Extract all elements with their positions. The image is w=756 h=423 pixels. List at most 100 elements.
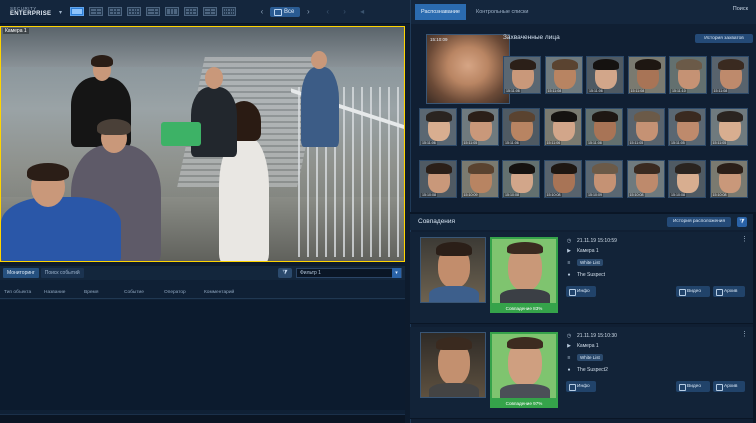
person-icon: ●	[567, 367, 571, 373]
more-options-icon[interactable]: ⋮	[741, 235, 748, 243]
captured-face-thumbnail[interactable]: 15:11:10	[669, 56, 707, 94]
events-table-header: Тип объекта Название Время Событие Опера…	[0, 286, 405, 299]
search-button[interactable]: Поиск	[733, 6, 748, 12]
column-header[interactable]: Время	[84, 290, 98, 295]
more-options-icon[interactable]: ⋮	[741, 330, 748, 338]
capture-time: 15:11:06	[421, 141, 437, 145]
filter-icon[interactable]: ⧩	[737, 217, 747, 227]
top-toolbar: SECURITY ENTERPRISE ▾ ‹ Все › ‹ › ◂	[0, 0, 410, 24]
latest-captured-face[interactable]: 15:10:09	[426, 34, 510, 104]
watchlist-badge: White List	[577, 259, 603, 266]
person-figure	[161, 122, 201, 146]
captured-face-thumbnail[interactable]: 15:11:05	[460, 108, 499, 146]
clock-icon: ◷	[566, 333, 572, 339]
match-score: Совпадение 97%	[490, 400, 558, 408]
captured-face-image[interactable]	[420, 237, 486, 303]
captured-face-thumbnail[interactable]: 15:11:05	[626, 108, 665, 146]
column-header[interactable]: Комментарий	[204, 290, 234, 295]
captured-face-thumbnail[interactable]: 15:11:06	[503, 56, 541, 94]
next-arrow-icon[interactable]: ›	[304, 7, 312, 16]
tab-event-search[interactable]: Поиск событий	[40, 268, 84, 278]
camera-view[interactable]: Камера 1	[0, 26, 405, 262]
filter-select[interactable]: Фильтр 1 ▾	[296, 268, 402, 278]
capture-time: 15:10:08	[670, 193, 686, 197]
capture-time: 15:10:08	[545, 193, 562, 197]
capture-time: 15:11:06	[588, 89, 604, 93]
watchlist-badge: White List	[577, 354, 603, 361]
filter-select-value: Фильтр 1	[300, 270, 321, 276]
archive-button[interactable]: Архив	[713, 286, 745, 297]
layout-3x3-icon[interactable]	[108, 7, 122, 16]
list-icon: ≡	[567, 354, 571, 361]
captured-face-thumbnail[interactable]: 15:11:06	[419, 108, 457, 146]
capture-time: 15:10:09	[587, 193, 603, 197]
captured-face-thumbnail[interactable]: 15:11:06	[502, 108, 540, 146]
captured-face-thumbnail[interactable]: 15:10:08	[709, 160, 748, 198]
watchlist-face-image[interactable]	[490, 332, 558, 400]
captured-face-thumbnail[interactable]: 15:11:06	[543, 108, 582, 146]
capture-time: 15:11:05	[628, 141, 645, 145]
watchlist-face-image[interactable]	[490, 237, 558, 305]
capture-time: 15:11:06	[505, 89, 521, 93]
capture-time: 15:11:06	[545, 141, 562, 145]
captured-face-thumbnail[interactable]: 15:10:08	[668, 160, 706, 198]
info-button[interactable]: Инфо	[566, 381, 596, 392]
video-button[interactable]: Видео	[676, 286, 710, 297]
captured-face-thumbnail[interactable]: 15:10:08	[543, 160, 582, 198]
capture-history-button[interactable]: История захватов	[695, 34, 753, 43]
captured-face-thumbnail[interactable]: 15:11:05	[668, 108, 706, 146]
layout-5x5-icon[interactable]	[222, 7, 236, 16]
layout-2x2-icon[interactable]	[89, 7, 103, 16]
captured-face-thumbnail[interactable]: 15:11:06	[586, 56, 624, 94]
layout-1p7-icon[interactable]	[165, 7, 179, 16]
capture-time: 15:10:08	[504, 193, 520, 197]
tab-watchlists[interactable]: Контрольные списки	[470, 4, 535, 20]
column-header[interactable]: Событие	[124, 290, 144, 295]
match-person: The Suspect2	[577, 367, 608, 373]
capture-time: 15:11:08	[546, 89, 563, 93]
video-button[interactable]: Видео	[676, 381, 710, 392]
captured-face-thumbnail[interactable]: 15:10:08	[626, 160, 665, 198]
capture-time: 15:10:08	[421, 193, 437, 197]
captured-face-thumbnail[interactable]: 15:10:09	[460, 160, 499, 198]
all-cameras-button[interactable]: Все	[270, 6, 301, 17]
archive-button[interactable]: Архив	[713, 381, 745, 392]
layout-1p12-icon[interactable]	[184, 7, 198, 16]
tab-monitoring[interactable]: Мониторинг	[3, 268, 39, 278]
logo[interactable]: SECURITY ENTERPRISE ▾	[0, 0, 64, 24]
captured-face-thumbnail[interactable]: 15:10:08	[502, 160, 540, 198]
chevron-down-icon[interactable]: ▾	[392, 268, 401, 278]
capture-time: 15:11:08	[629, 89, 646, 93]
captured-face-thumbnail[interactable]: 15:10:08	[419, 160, 457, 198]
chevron-down-icon[interactable]: ▾	[59, 9, 62, 16]
captured-face-thumbnail[interactable]: 15:11:08	[710, 56, 749, 94]
prev-arrow-icon[interactable]: ‹	[258, 7, 266, 16]
disabled-controls-icon: ‹ › ◂	[326, 7, 371, 16]
captured-face-thumbnail[interactable]: 15:11:08	[544, 56, 583, 94]
column-header[interactable]: Название	[44, 290, 65, 295]
captured-face-thumbnail[interactable]: 15:11:08	[627, 56, 666, 94]
captured-face-thumbnail[interactable]: 15:11:08	[585, 108, 623, 146]
captured-face-thumbnail[interactable]: 15:10:09	[585, 160, 623, 198]
column-header[interactable]: Тип объекта	[4, 290, 31, 295]
capture-time: 15:10:08	[628, 193, 645, 197]
filter-icon[interactable]: ⧩	[278, 268, 292, 278]
layout-selector	[64, 7, 236, 16]
layout-1p5-icon[interactable]	[146, 7, 160, 16]
capture-time: 15:11:05	[670, 141, 686, 145]
matches-title: Совпадения	[418, 218, 456, 225]
location-history-button[interactable]: История расположения	[667, 217, 731, 227]
capture-time: 15:11:10	[671, 89, 687, 93]
capture-time: 15:11:05	[711, 141, 728, 145]
tab-recognition[interactable]: Распознавание	[415, 4, 466, 20]
match-camera: Камера 1	[577, 343, 599, 349]
events-table-body[interactable]	[0, 300, 405, 410]
match-datetime: 21.11.19 15:10:30	[577, 333, 617, 339]
info-button[interactable]: Инфо	[566, 286, 596, 297]
captured-face-thumbnail[interactable]: 15:11:05	[709, 108, 748, 146]
layout-2p8-icon[interactable]	[203, 7, 217, 16]
column-header[interactable]: Оператор	[164, 290, 186, 295]
captured-face-image[interactable]	[420, 332, 486, 398]
layout-1x1-icon[interactable]	[70, 7, 84, 16]
layout-4x4-icon[interactable]	[127, 7, 141, 16]
